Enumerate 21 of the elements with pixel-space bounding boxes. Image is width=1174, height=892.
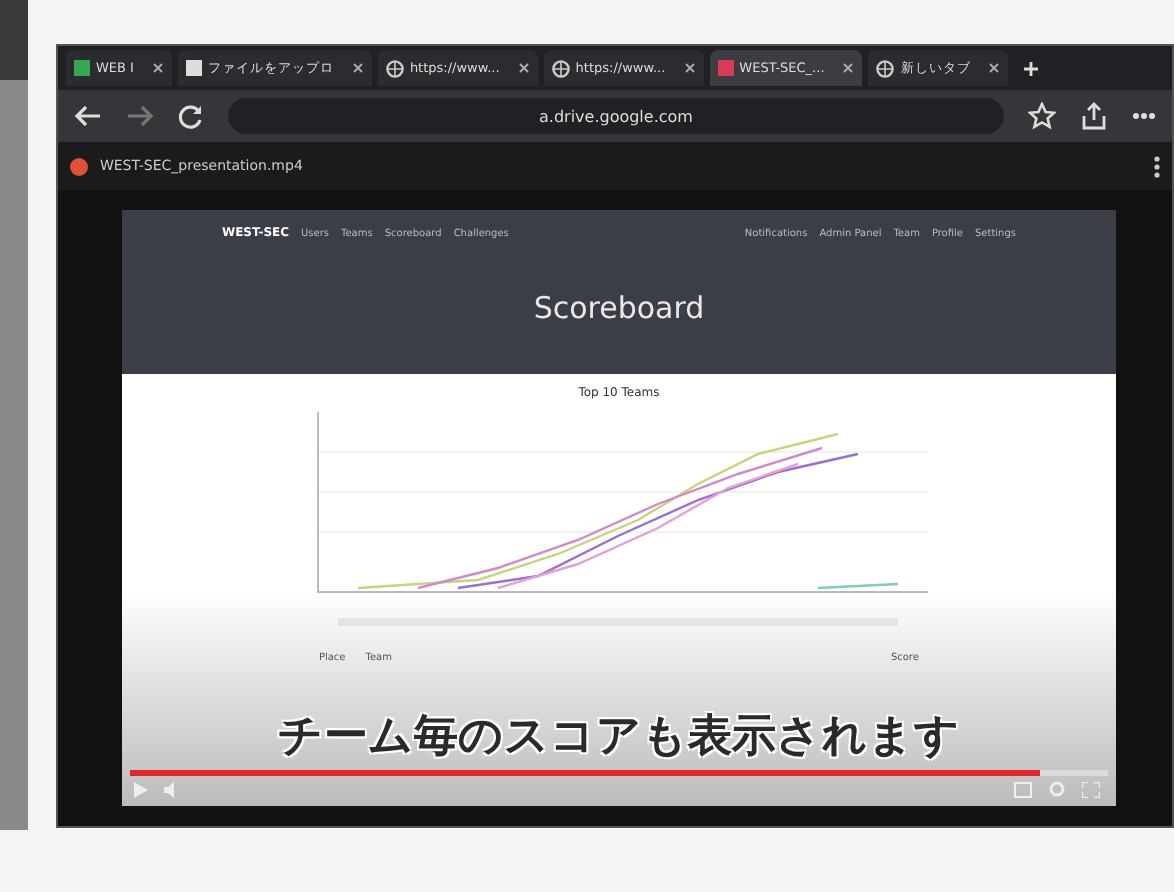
globe-icon: [385, 59, 404, 77]
video-subtitle: チーム毎のスコアも表示されます: [275, 710, 962, 766]
reload-icon[interactable]: [177, 103, 204, 129]
more-icon[interactable]: [1132, 112, 1156, 120]
close-icon[interactable]: [683, 62, 696, 74]
forward-icon[interactable]: [125, 104, 154, 128]
globe-icon: [551, 59, 570, 77]
share-icon[interactable]: [1080, 102, 1108, 130]
page-heading: Scoreboard: [531, 287, 707, 329]
star-icon[interactable]: [1028, 102, 1056, 130]
close-icon[interactable]: [517, 62, 530, 74]
close-icon[interactable]: [988, 62, 1001, 74]
address-bar[interactable]: a.drive.google.com: [227, 98, 1004, 134]
file-icon: [69, 157, 88, 175]
back-icon[interactable]: [73, 104, 102, 128]
close-icon[interactable]: [842, 62, 855, 74]
kebab-menu-icon[interactable]: [1154, 155, 1160, 177]
close-icon[interactable]: [351, 62, 364, 74]
globe-icon: [876, 59, 895, 77]
close-icon[interactable]: [151, 62, 164, 74]
plus-icon[interactable]: [1022, 59, 1041, 77]
